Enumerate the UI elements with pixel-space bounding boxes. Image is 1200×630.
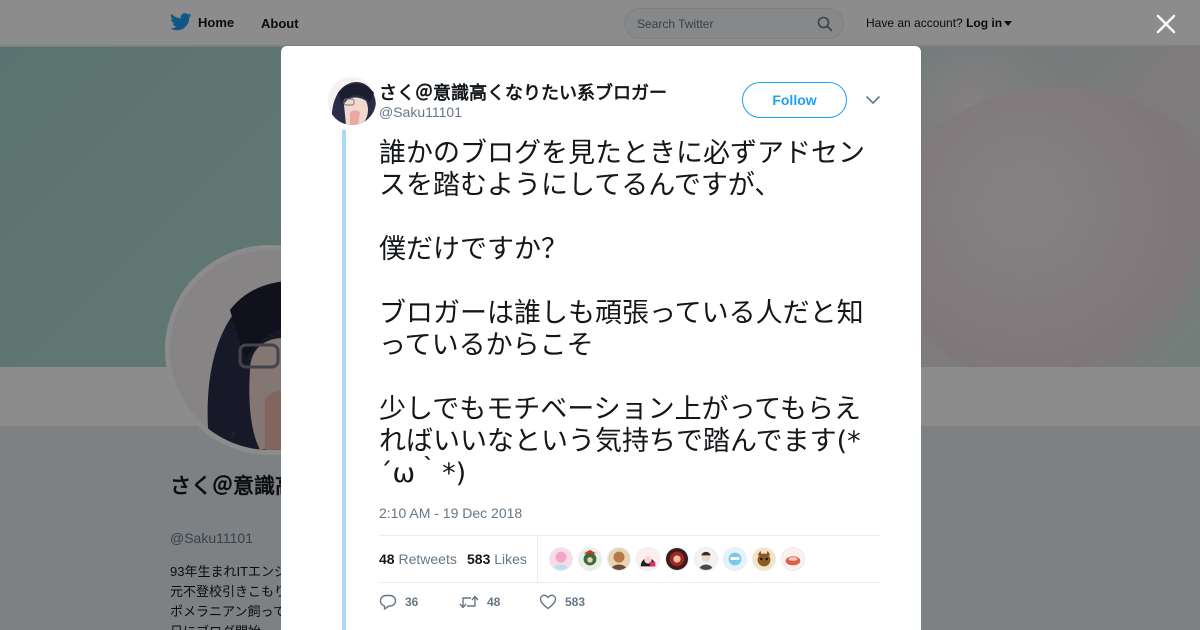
tweet-author-avatar[interactable]	[328, 77, 376, 125]
reply-icon	[379, 594, 397, 610]
liker-avatar[interactable]	[694, 547, 718, 571]
thread-line	[342, 130, 346, 630]
liker-avatar[interactable]	[607, 547, 631, 571]
liker-avatar[interactable]	[665, 547, 689, 571]
tweet-author-name[interactable]: さく＠意識高くなりたい系ブロガー	[379, 79, 667, 105]
tweet-timestamp[interactable]: 2:10 AM - 19 Dec 2018	[379, 505, 522, 521]
retweets-count: 48	[379, 551, 395, 567]
tweet-paragraph: 誰かのブログを見たときに必ずアドセンスを踏むようにしてるんですが、	[379, 138, 865, 201]
heart-icon	[539, 594, 557, 610]
liker-avatar[interactable]	[723, 547, 747, 571]
retweet-button[interactable]: 48	[459, 594, 500, 610]
liker-avatar[interactable]	[578, 547, 602, 571]
retweet-count: 48	[487, 595, 501, 609]
reply-button[interactable]: 36	[379, 594, 418, 610]
liker-avatar[interactable]	[636, 547, 660, 571]
like-button[interactable]: 583	[539, 594, 585, 610]
liker-avatar[interactable]	[752, 547, 776, 571]
tweet-actions: 36 48 583	[379, 594, 779, 616]
liker-avatar[interactable]	[549, 547, 573, 571]
likes-label: Likes	[494, 551, 527, 567]
likes-stat[interactable]: 583 Likes	[467, 551, 527, 567]
tweet-text: 誰かのブログを見たときに必ずアドセンスを踏むようにしてるんですが、 僕だけですか…	[379, 138, 869, 490]
tweet-paragraph: 少しでもモチベーション上がってもらえればいいなという気持ちで踏んでます(*´ω｀…	[379, 394, 861, 489]
tweet-author-handle[interactable]: @Saku11101	[379, 104, 462, 120]
tweet-modal: さく＠意識高くなりたい系ブロガー @Saku11101 Follow 誰かのブロ…	[281, 46, 921, 630]
tweet-paragraph: 僕だけですか？	[379, 234, 568, 265]
reply-count: 36	[405, 595, 419, 609]
tweet-stats: 48 Retweets 583 Likes	[379, 535, 881, 583]
retweet-icon	[459, 595, 479, 609]
retweets-stat[interactable]: 48 Retweets	[379, 551, 457, 567]
stats-divider	[537, 536, 538, 583]
close-icon[interactable]	[1152, 10, 1180, 38]
chevron-down-icon[interactable]	[865, 94, 881, 106]
likes-count: 583	[467, 551, 491, 567]
tweet-paragraph: ブロガーは誰しも頑張っている人だと知っているからこそ	[379, 298, 864, 361]
like-count: 583	[565, 595, 586, 609]
liker-avatar[interactable]	[781, 547, 805, 571]
likers-avatars	[549, 547, 805, 571]
follow-button[interactable]: Follow	[742, 82, 847, 118]
author-avatar-illustration	[328, 77, 376, 125]
retweets-label: Retweets	[398, 551, 457, 567]
